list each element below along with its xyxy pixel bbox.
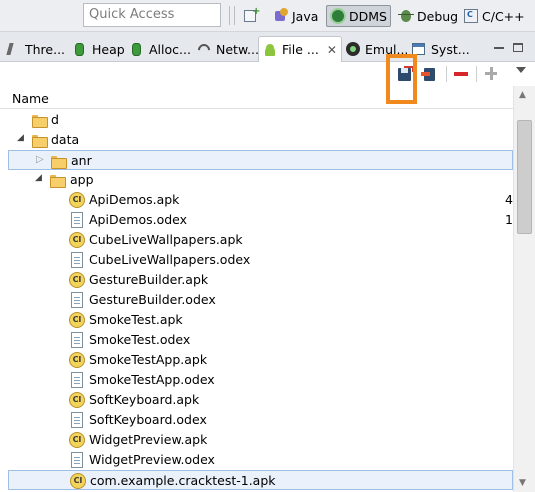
apk-file-icon: CI xyxy=(69,312,85,328)
expanded-triangle-icon[interactable]: ◢ xyxy=(35,173,42,183)
perspective-java[interactable]: Java xyxy=(270,5,321,27)
apk-file-icon: CI xyxy=(69,272,85,288)
vertical-scrollbar[interactable]: ▲ ▼ xyxy=(513,86,535,492)
expanded-triangle-icon[interactable]: ◢ xyxy=(17,133,24,143)
toolbar-separator xyxy=(229,6,230,25)
quick-access-input[interactable]: Quick Access xyxy=(83,3,221,27)
tree-row-file[interactable]: CI SoftKeyboard.apk xyxy=(0,390,513,410)
toolbar-separator xyxy=(234,6,235,25)
close-tab-icon[interactable]: ✕ xyxy=(327,43,337,57)
view-menu-icon[interactable] xyxy=(513,64,529,80)
apk-file-icon: CI xyxy=(69,392,85,408)
minimize-view-icon[interactable] xyxy=(494,38,504,52)
tree-row-file[interactable]: CI CubeLiveWallpapers.apk xyxy=(0,230,513,250)
document-file-icon xyxy=(71,332,83,348)
new-folder-icon[interactable] xyxy=(484,66,500,82)
perspective-ddms[interactable]: DDMS xyxy=(326,5,391,27)
document-file-icon xyxy=(71,252,83,268)
cpp-perspective-icon: C xyxy=(463,8,479,24)
tab-allocation-tracker[interactable]: Alloc... xyxy=(130,38,191,60)
document-file-icon xyxy=(71,372,83,388)
tree-row-file[interactable]: CI WidgetPreview.apk xyxy=(0,430,513,450)
views-tab-bar: Thre... Heap Alloc... Netw... File ... ✕… xyxy=(0,32,535,62)
document-file-icon xyxy=(71,292,83,308)
push-file-onto-device-icon[interactable] xyxy=(421,66,437,82)
folder-open-icon xyxy=(49,172,66,188)
scrollbar-thumb[interactable] xyxy=(517,120,532,234)
toolbar-separator xyxy=(446,66,447,82)
network-wifi-icon xyxy=(195,41,213,59)
tab-file-explorer[interactable]: File ... ✕ xyxy=(258,36,342,62)
java-perspective-icon xyxy=(273,8,289,24)
tree-row-app[interactable]: ◢ app xyxy=(0,170,513,190)
tree-row-file[interactable]: CI GestureBuilder.apk xyxy=(0,270,513,290)
apk-file-icon: CI xyxy=(70,473,86,489)
tree-row-file[interactable]: ApiDemos.odex 1 xyxy=(0,210,513,230)
apk-file-icon: CI xyxy=(69,232,85,248)
tree-row-file[interactable]: SoftKeyboard.odex xyxy=(0,410,513,430)
toolbar-separator xyxy=(476,66,477,82)
main-toolbar: Quick Access + Java DDMS Debug C C/C++ xyxy=(0,0,535,32)
tree-row-d[interactable]: d xyxy=(0,110,513,130)
tab-threads[interactable]: Thre... xyxy=(6,38,65,60)
tree-row-file[interactable]: CI SmokeTestApp.apk xyxy=(0,350,513,370)
ddms-perspective-icon xyxy=(330,8,346,24)
tree-row-data[interactable]: ◢ data xyxy=(0,130,513,150)
folder-open-icon xyxy=(31,132,48,148)
threads-icon xyxy=(6,42,20,56)
android-icon xyxy=(263,43,277,57)
collapsed-triangle-icon[interactable]: ▷ xyxy=(36,154,44,165)
scroll-down-arrow-icon[interactable]: ▼ xyxy=(519,478,526,488)
tree-row-file[interactable]: WidgetPreview.odex xyxy=(0,450,513,470)
apk-file-icon: CI xyxy=(69,432,85,448)
tab-heap[interactable]: Heap xyxy=(73,38,125,60)
tree-row-file[interactable]: CI ApiDemos.apk 4 xyxy=(0,190,513,210)
tree-row-file-selected[interactable]: CI com.example.cracktest-1.apk xyxy=(8,470,513,490)
allocation-icon xyxy=(130,42,144,56)
debug-perspective-icon xyxy=(398,8,414,24)
tree-row-anr[interactable]: ▷ anr xyxy=(8,150,513,170)
heap-icon xyxy=(73,42,87,56)
folder-icon xyxy=(31,112,48,128)
tree-row-file[interactable]: CubeLiveWallpapers.odex xyxy=(0,250,513,270)
delete-icon[interactable] xyxy=(453,66,469,82)
tree-row-file[interactable]: SmokeTestApp.odex xyxy=(0,370,513,390)
tree-row-file[interactable]: GestureBuilder.odex xyxy=(0,290,513,310)
tab-network-statistics[interactable]: Netw... xyxy=(195,38,259,60)
maximize-view-icon[interactable] xyxy=(513,41,523,55)
tree-row-file[interactable]: SmokeTest.odex xyxy=(0,330,513,350)
highlight-box xyxy=(386,54,417,104)
emulator-icon xyxy=(346,42,360,56)
scroll-up-arrow-icon[interactable]: ▲ xyxy=(519,90,526,100)
open-perspective-icon[interactable]: + xyxy=(243,7,260,24)
folder-icon xyxy=(50,153,67,169)
perspective-cpp[interactable]: C C/C++ xyxy=(460,5,528,27)
column-header-name[interactable]: Name xyxy=(0,88,513,109)
apk-file-icon: CI xyxy=(69,352,85,368)
perspective-debug[interactable]: Debug xyxy=(395,5,461,27)
document-file-icon xyxy=(71,452,83,468)
document-file-icon xyxy=(71,212,83,228)
document-file-icon xyxy=(71,412,83,428)
tree-row-file[interactable]: CI SmokeTest.apk xyxy=(0,310,513,330)
tab-system-information[interactable]: Syst... xyxy=(412,38,470,60)
apk-file-icon: CI xyxy=(69,192,85,208)
